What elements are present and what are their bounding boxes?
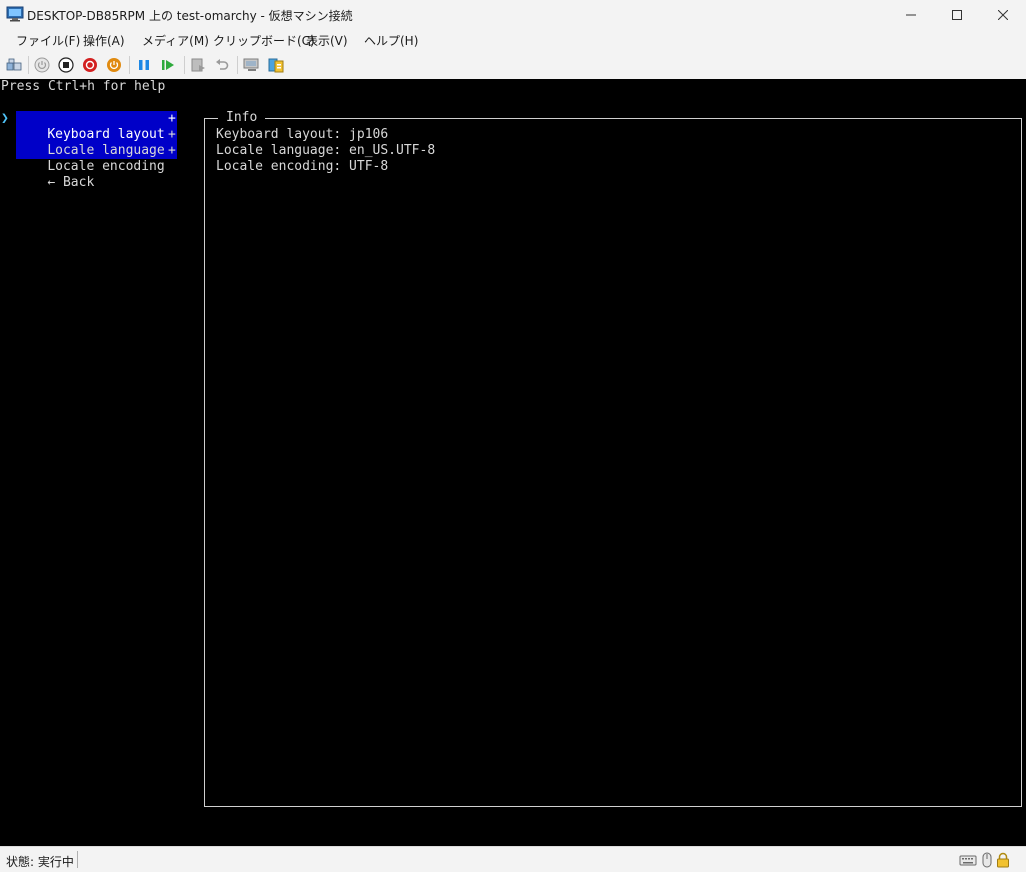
save-button[interactable] [105,56,123,74]
info-panel [204,118,1022,807]
resume-button[interactable] [159,56,177,74]
ctrl-alt-del-button[interactable] [5,56,23,74]
enhanced-session-button[interactable] [243,56,261,74]
save-icon [107,58,121,72]
toolbar-separator [184,56,185,74]
resume-icon [162,60,174,70]
menu-file[interactable]: ファイル(F) [16,32,80,49]
submenu-indicator: + [168,143,176,158]
menu-clipboard[interactable]: クリップボード(C) [213,32,315,49]
help-hint: Press Ctrl+h for help [1,79,166,94]
turn-off-button[interactable] [57,56,75,74]
menu-view[interactable]: 表示(V) [306,32,348,49]
checkpoint-icon [191,58,205,72]
mouse-icon [982,852,992,868]
minimize-icon [906,14,916,16]
info-locale-language: Locale language: en_US.UTF-8 [216,143,436,158]
share-icon [268,58,284,73]
status-separator [77,851,78,868]
shutdown-button[interactable] [81,56,99,74]
ctrl-alt-del-icon [6,58,22,71]
info-keyboard-layout: Keyboard layout: jp106 [216,127,389,142]
toolbar [0,51,1026,78]
toolbar-separator [237,56,238,74]
selection-cursor: ❯ [1,111,9,126]
start-icon [34,57,50,73]
menu-bar: ファイル(F) 操作(A) メディア(M) クリップボード(C) 表示(V) ヘ… [0,30,1026,50]
close-button[interactable] [980,0,1026,30]
revert-icon [216,59,229,70]
start-button[interactable] [33,56,51,74]
keyboard-icon [959,855,977,866]
minimize-button[interactable] [888,0,934,30]
status-bar: 状態: 実行中 [0,846,1026,872]
close-icon [998,10,1008,20]
share-button[interactable] [267,56,285,74]
menu-item-label: ← Back [47,175,95,190]
info-panel-title: Info [218,110,266,126]
checkpoint-button[interactable] [189,56,207,74]
info-locale-encoding: Locale encoding: UTF-8 [216,159,389,174]
submenu-indicator: + [168,111,176,126]
maximize-icon [952,10,962,20]
vm-connect-icon [6,6,24,22]
lock-icon [997,852,1009,868]
menu-action[interactable]: 操作(A) [83,32,125,49]
menu-help[interactable]: ヘルプ(H) [364,32,418,49]
turn-off-icon [58,57,74,73]
title-bar: DESKTOP-DB85RPM 上の test-omarchy - 仮想マシン接… [0,0,1026,30]
revert-button[interactable] [213,56,231,74]
window-title: DESKTOP-DB85RPM 上の test-omarchy - 仮想マシン接… [27,9,353,23]
maximize-button[interactable] [934,0,980,30]
enhanced-session-icon [243,58,259,71]
submenu-indicator: + [168,127,176,142]
pause-icon [139,60,149,70]
pause-button[interactable] [135,56,153,74]
shutdown-icon [83,58,97,72]
menu-item-back[interactable]: ← Back [16,159,94,207]
vm-status: 状態: 実行中 [6,855,74,869]
vm-console[interactable]: Press Ctrl+h for help ❯ Keyboard layout … [0,79,1026,846]
menu-media[interactable]: メディア(M) [142,32,209,49]
toolbar-separator [28,56,29,74]
toolbar-separator [129,56,130,74]
